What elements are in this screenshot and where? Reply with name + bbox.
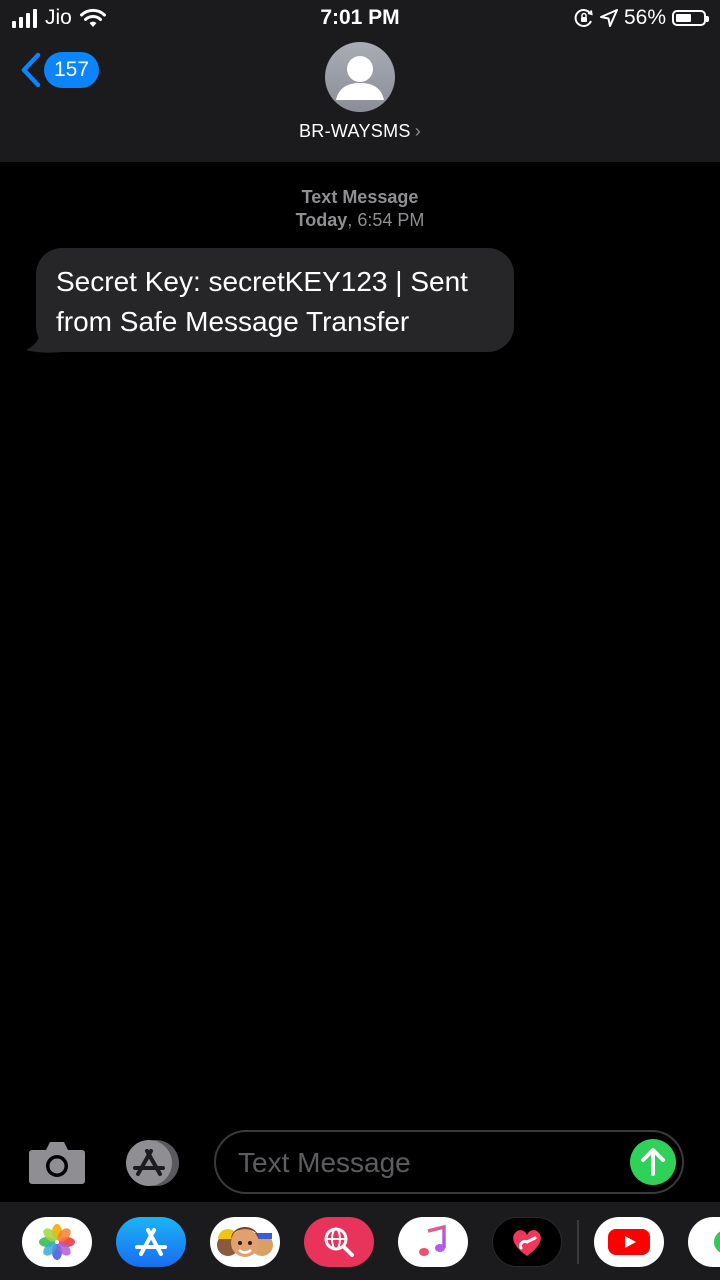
youtube-app-icon xyxy=(608,1229,650,1255)
battery-percent: 56% xyxy=(623,6,666,29)
send-button[interactable] xyxy=(630,1139,676,1185)
more-app[interactable] xyxy=(688,1217,720,1267)
camera-icon xyxy=(29,1142,85,1184)
web-search-app-icon xyxy=(324,1227,354,1257)
location-icon xyxy=(599,9,618,27)
drawer-divider xyxy=(577,1220,579,1264)
memoji-app[interactable] xyxy=(210,1217,280,1267)
photos-app-icon xyxy=(39,1224,75,1260)
camera-button[interactable] xyxy=(28,1138,86,1186)
day-label: Today xyxy=(295,210,348,230)
battery-icon xyxy=(672,10,709,26)
message-input[interactable] xyxy=(236,1132,620,1194)
contact-name-button[interactable]: BR-WAYSMS › xyxy=(0,121,720,142)
music-app-icon xyxy=(419,1224,446,1256)
time-label: , 6:54 PM xyxy=(347,210,425,230)
chevron-right-icon: › xyxy=(414,121,421,141)
digital-touch-app[interactable] xyxy=(492,1217,562,1267)
send-arrow-icon xyxy=(641,1148,665,1176)
app-store-app[interactable] xyxy=(116,1217,186,1267)
status-bar: Jio 7:01 PM 56% xyxy=(0,0,720,36)
message-input-container xyxy=(214,1130,684,1194)
unread-count-badge: 157 xyxy=(44,52,100,88)
status-right: 56% xyxy=(574,5,709,31)
chevron-left-icon xyxy=(21,52,41,88)
photos-app[interactable] xyxy=(22,1217,92,1267)
digital-touch-app-icon xyxy=(513,1230,541,1256)
web-search-app[interactable] xyxy=(304,1217,374,1267)
imessage-app-drawer xyxy=(0,1202,720,1280)
contact-avatar[interactable] xyxy=(325,42,395,112)
message-timestamp: Text Message Today, 6:54 PM xyxy=(0,186,720,232)
message-bubble-incoming[interactable]: Secret Key: secretKEY123 | Sent from Saf… xyxy=(36,248,514,352)
memoji-app-icon xyxy=(217,1227,273,1257)
music-app[interactable] xyxy=(398,1217,468,1267)
youtube-app[interactable] xyxy=(594,1217,664,1267)
person-icon xyxy=(336,56,384,100)
back-button[interactable]: 157 xyxy=(20,50,100,90)
more-app-icon xyxy=(714,1231,720,1253)
conversation-header: Jio 7:01 PM 56% 157 BR-WAYSMS › xyxy=(0,0,720,162)
app-store-button[interactable] xyxy=(120,1138,186,1188)
contact-name: BR-WAYSMS xyxy=(299,121,411,141)
app-store-app-icon xyxy=(135,1228,167,1256)
message-text: Secret Key: secretKEY123 | Sent from Saf… xyxy=(56,266,468,337)
orientation-lock-icon xyxy=(574,9,593,27)
service-label: Text Message xyxy=(301,187,419,207)
app-store-icon xyxy=(126,1140,179,1186)
